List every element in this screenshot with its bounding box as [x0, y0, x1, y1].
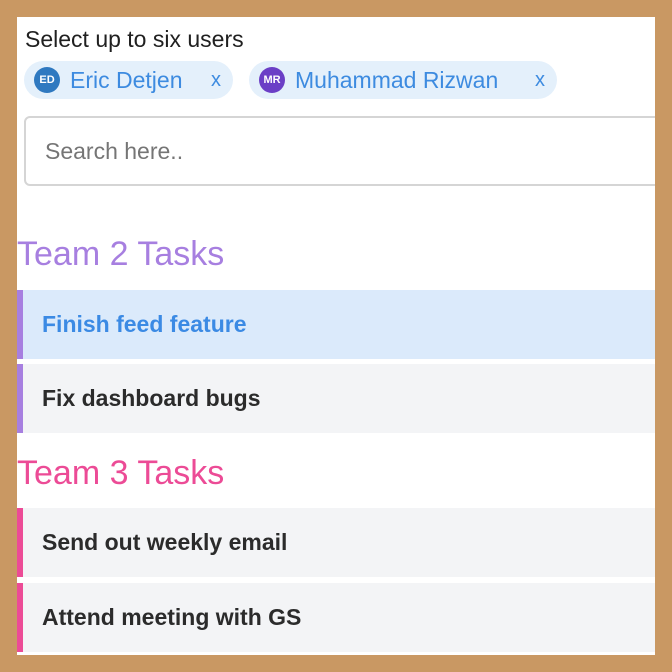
remove-user-button[interactable]: x — [211, 69, 221, 92]
avatar: MR — [259, 67, 285, 93]
team-2-tasks-heading: Team 2 Tasks — [17, 235, 225, 273]
search-input[interactable] — [26, 118, 655, 184]
user-chip-name: Eric Detjen — [70, 66, 183, 93]
team-3-color-bar — [17, 583, 23, 652]
task-item[interactable]: Finish feed feature — [17, 290, 655, 359]
user-chip-muhammad-rizwan: MR Muhammad Rizwan x — [249, 61, 557, 99]
team-2-color-bar — [17, 290, 23, 359]
search-box — [24, 116, 655, 186]
avatar: ED — [34, 67, 60, 93]
task-item[interactable]: Attend meeting with GS — [17, 583, 655, 652]
user-chip-name: Muhammad Rizwan — [295, 66, 499, 93]
user-picker-label: Select up to six users — [25, 26, 244, 52]
team-3-color-bar — [17, 508, 23, 577]
remove-user-button[interactable]: x — [535, 69, 545, 92]
task-label: Send out weekly email — [42, 529, 288, 555]
team-2-color-bar — [17, 364, 23, 433]
task-item[interactable]: Fix dashboard bugs — [17, 364, 655, 433]
task-item[interactable]: Send out weekly email — [17, 508, 655, 577]
user-chip-eric-detjen: ED Eric Detjen x — [24, 61, 233, 99]
team-3-tasks-heading: Team 3 Tasks — [17, 454, 225, 492]
task-label: Attend meeting with GS — [42, 604, 302, 630]
task-label: Fix dashboard bugs — [42, 385, 261, 411]
app-frame: Select up to six users ED Eric Detjen x … — [17, 17, 655, 655]
task-label: Finish feed feature — [42, 311, 247, 337]
